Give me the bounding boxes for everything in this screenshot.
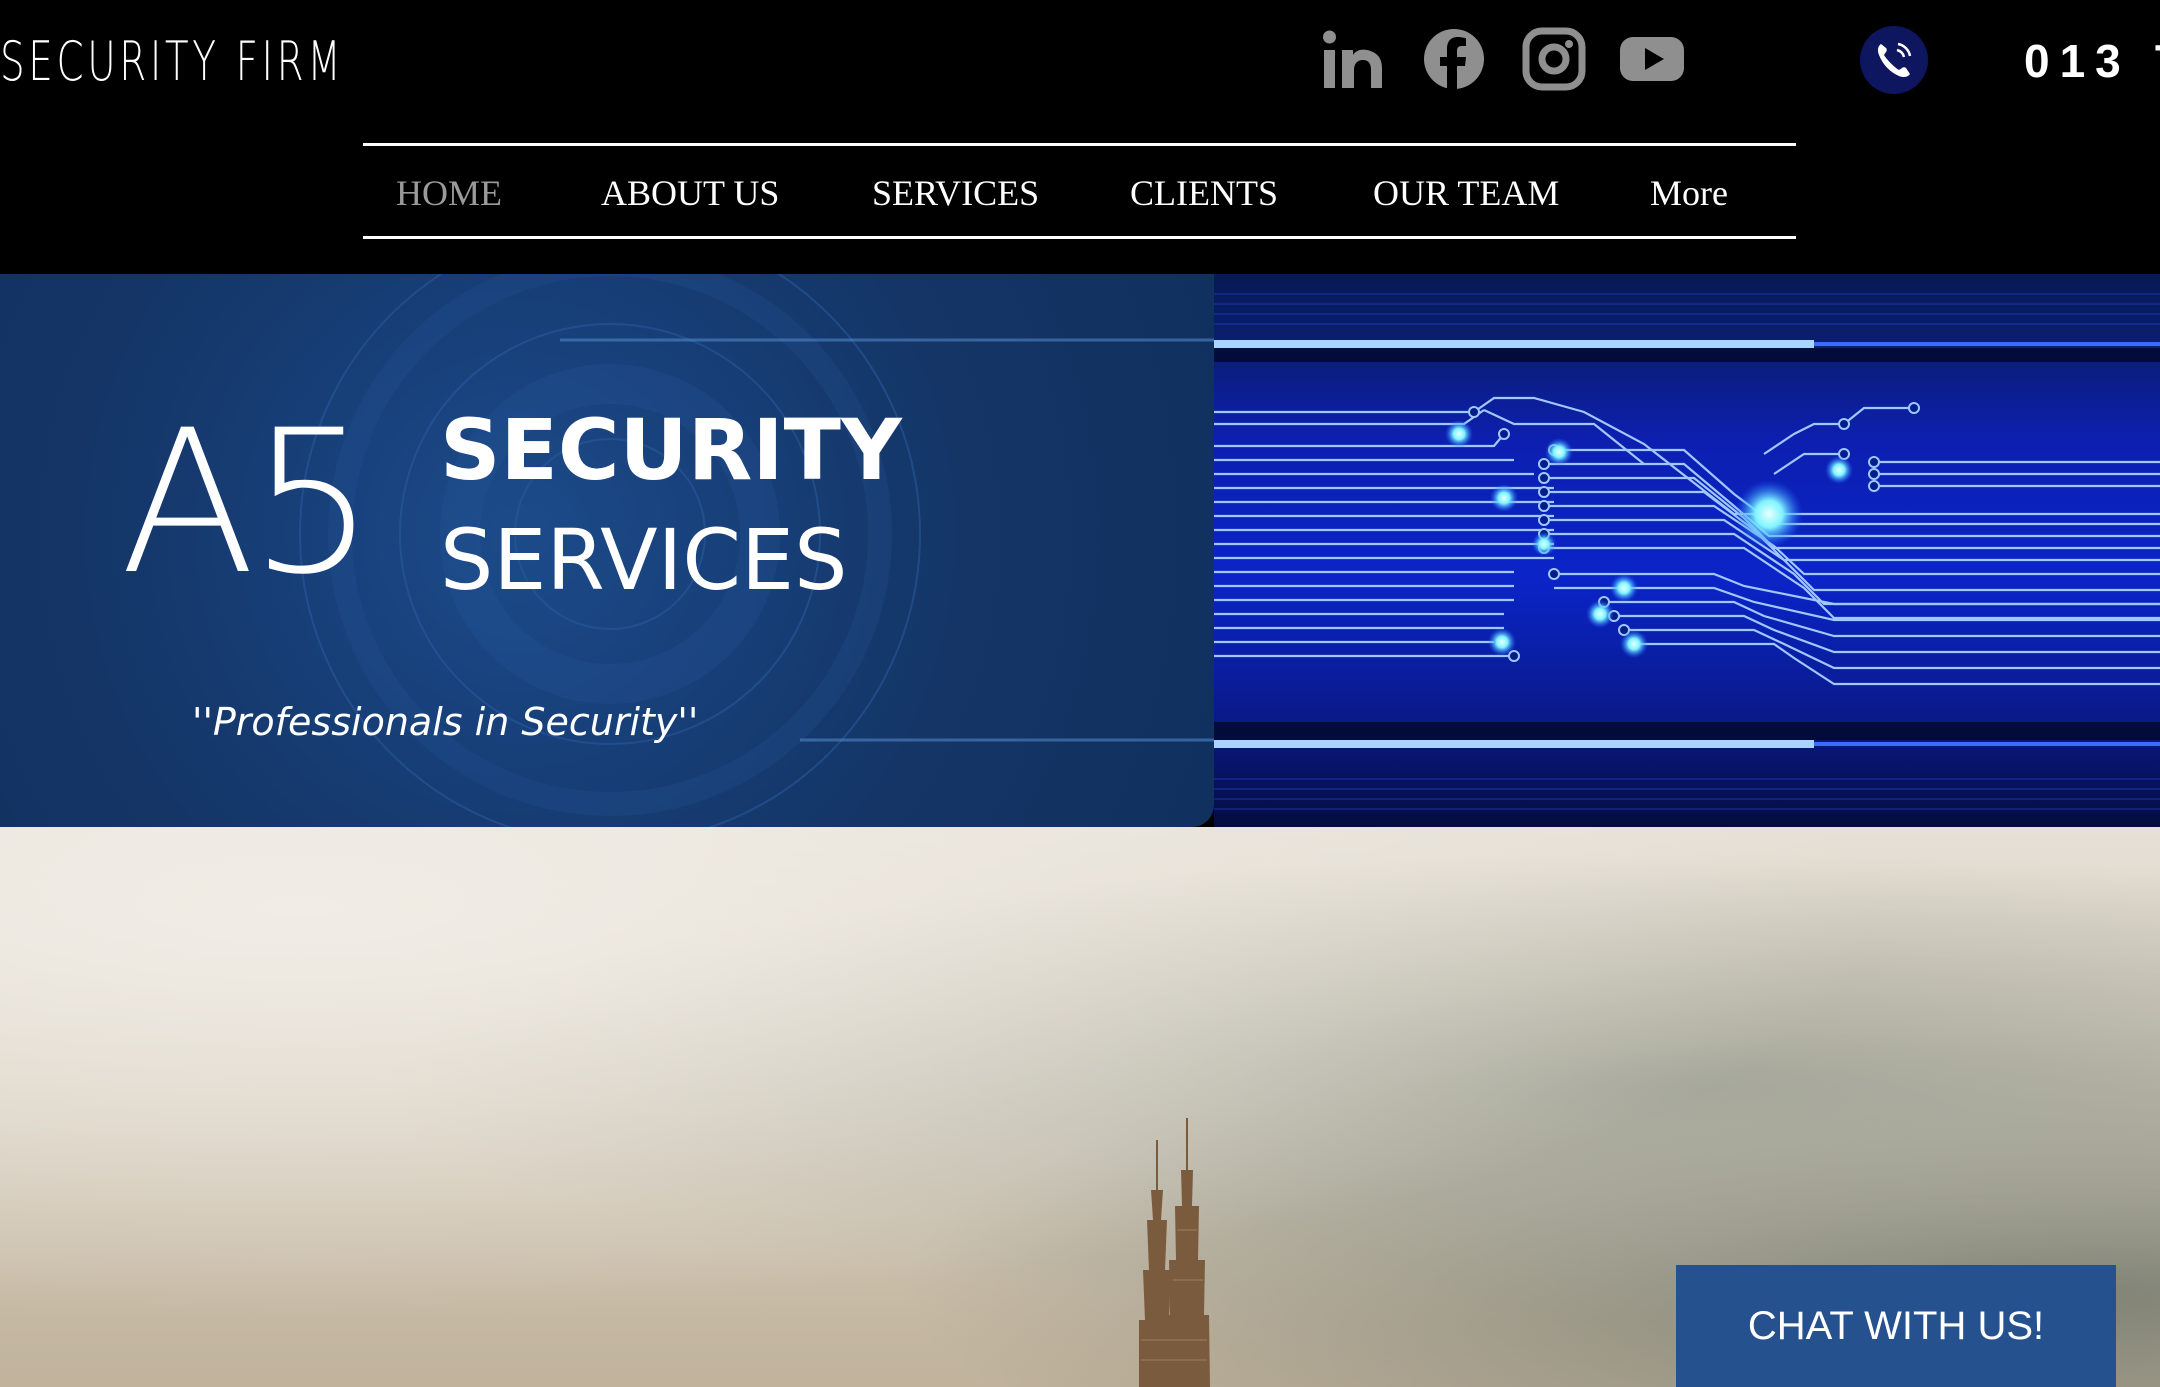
phone-icon[interactable] [1860, 26, 1928, 94]
twin-towers-image [1139, 1118, 1210, 1387]
logo-a5: A5 [120, 387, 375, 618]
logo-services-text: SERVICES [440, 511, 848, 609]
site-header: SECURITY FIRM 013 7 [0, 0, 2160, 274]
nav-item-our-team[interactable]: OUR TEAM [1373, 172, 1559, 214]
nav-item-more[interactable]: More [1650, 172, 1728, 214]
nav-item-about-us[interactable]: ABOUT US [601, 172, 779, 214]
main-nav: HOME ABOUT US SERVICES CLIENTS OUR TEAM … [363, 143, 1796, 239]
phone-number[interactable]: 013 7 [2024, 34, 2160, 88]
instagram-icon[interactable] [1521, 26, 1587, 92]
circuit-board-image [1214, 274, 2160, 827]
brand-name[interactable]: SECURITY FIRM [0, 30, 344, 93]
facebook-icon[interactable] [1421, 26, 1487, 92]
tagline: ''Professionals in Security'' [192, 700, 699, 744]
hero-banner: A5 SECURITY SERVICES ''Professionals in … [0, 274, 2160, 827]
logo-security-text: SECURITY [440, 401, 902, 499]
nav-item-services[interactable]: SERVICES [872, 172, 1039, 214]
nav-item-home[interactable]: HOME [396, 172, 502, 214]
chat-button[interactable]: CHAT WITH US! [1676, 1265, 2116, 1387]
youtube-icon[interactable] [1619, 26, 1685, 92]
linkedin-icon[interactable] [1320, 26, 1386, 92]
logo-panel: A5 SECURITY SERVICES ''Professionals in … [0, 274, 1214, 827]
nav-item-clients[interactable]: CLIENTS [1130, 172, 1278, 214]
